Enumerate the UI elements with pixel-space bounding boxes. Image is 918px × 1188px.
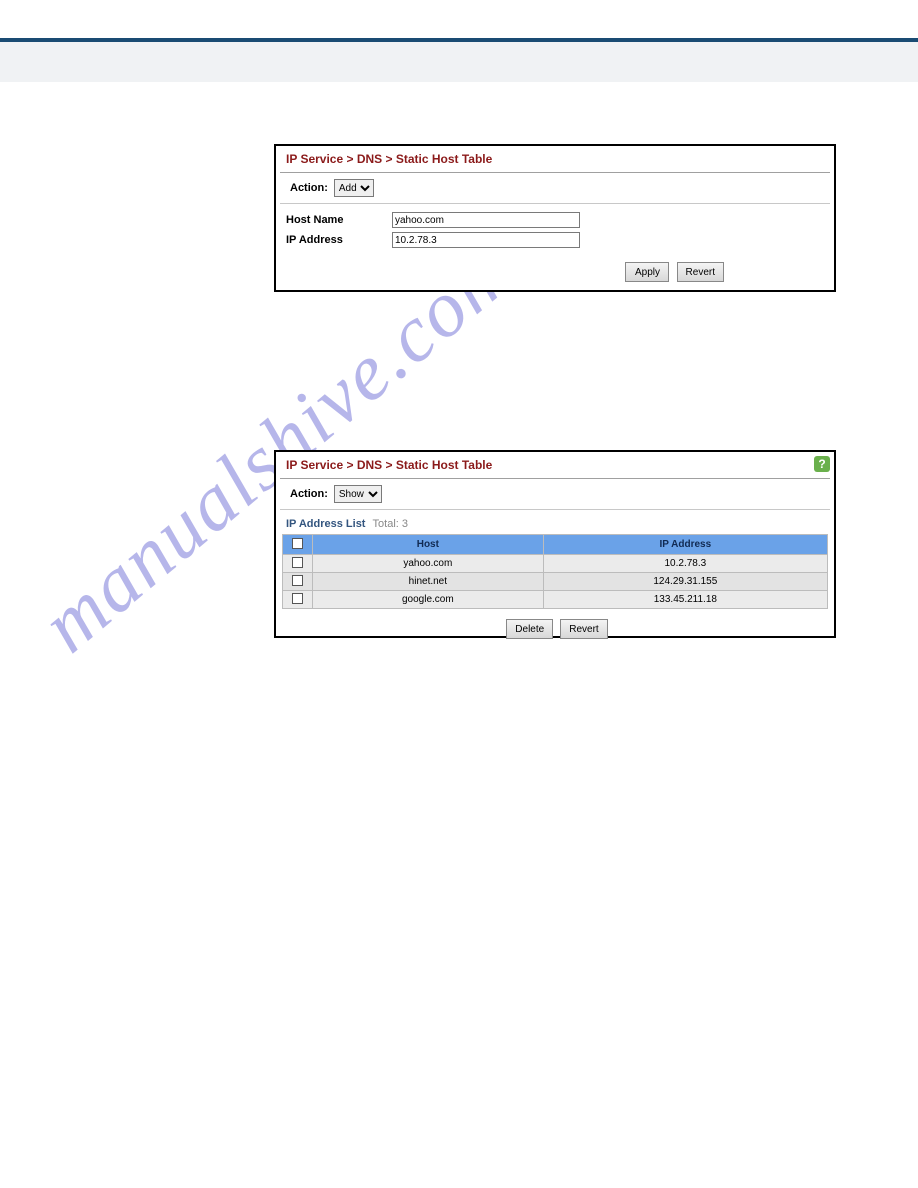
list-title: IP Address List <box>286 518 365 530</box>
select-all-header <box>283 535 313 555</box>
host-cell: yahoo.com <box>313 555 544 573</box>
button-row: Apply Revert <box>286 252 824 282</box>
host-table: Host IP Address yahoo.com 10.2.78.3 hine… <box>282 534 828 609</box>
breadcrumb: IP Service > DNS > Static Host Table <box>276 146 834 172</box>
header-band <box>0 42 918 82</box>
table-row: yahoo.com 10.2.78.3 <box>283 555 828 573</box>
host-cell: google.com <box>313 591 544 609</box>
action-label: Action: <box>290 488 328 500</box>
host-name-input[interactable] <box>392 212 580 228</box>
button-row: Delete Revert <box>276 609 834 639</box>
ip-cell: 10.2.78.3 <box>543 555 827 573</box>
host-cell: hinet.net <box>313 573 544 591</box>
revert-button[interactable]: Revert <box>560 619 607 639</box>
action-select[interactable]: Add <box>334 179 374 197</box>
ip-address-input[interactable] <box>392 232 580 248</box>
table-header-row: Host IP Address <box>283 535 828 555</box>
action-select[interactable]: Show <box>334 485 382 503</box>
ip-cell: 133.45.211.18 <box>543 591 827 609</box>
ip-cell: 124.29.31.155 <box>543 573 827 591</box>
row-checkbox[interactable] <box>292 575 303 586</box>
list-header: IP Address List Total: 3 <box>276 512 834 534</box>
host-name-label: Host Name <box>286 214 392 226</box>
static-host-show-panel: ? IP Service > DNS > Static Host Table A… <box>274 450 836 638</box>
select-all-checkbox[interactable] <box>292 538 303 549</box>
list-total: Total: 3 <box>373 518 408 530</box>
static-host-add-panel: IP Service > DNS > Static Host Table Act… <box>274 144 836 292</box>
help-icon[interactable]: ? <box>814 456 830 472</box>
host-name-row: Host Name <box>286 212 824 228</box>
table-row: hinet.net 124.29.31.155 <box>283 573 828 591</box>
breadcrumb: IP Service > DNS > Static Host Table <box>276 452 834 478</box>
delete-button[interactable]: Delete <box>506 619 553 639</box>
action-row: Action: Show <box>280 479 830 510</box>
revert-button[interactable]: Revert <box>677 262 724 282</box>
row-checkbox[interactable] <box>292 593 303 604</box>
form-area: Host Name IP Address Apply Revert <box>276 206 834 282</box>
ip-column-header: IP Address <box>543 535 827 555</box>
help-icons: ? <box>814 456 830 472</box>
table-row: google.com 133.45.211.18 <box>283 591 828 609</box>
apply-button[interactable]: Apply <box>625 262 669 282</box>
row-checkbox[interactable] <box>292 557 303 568</box>
action-label: Action: <box>290 182 328 194</box>
ip-address-label: IP Address <box>286 234 392 246</box>
action-row: Action: Add <box>280 173 830 204</box>
host-column-header: Host <box>313 535 544 555</box>
ip-address-row: IP Address <box>286 232 824 248</box>
